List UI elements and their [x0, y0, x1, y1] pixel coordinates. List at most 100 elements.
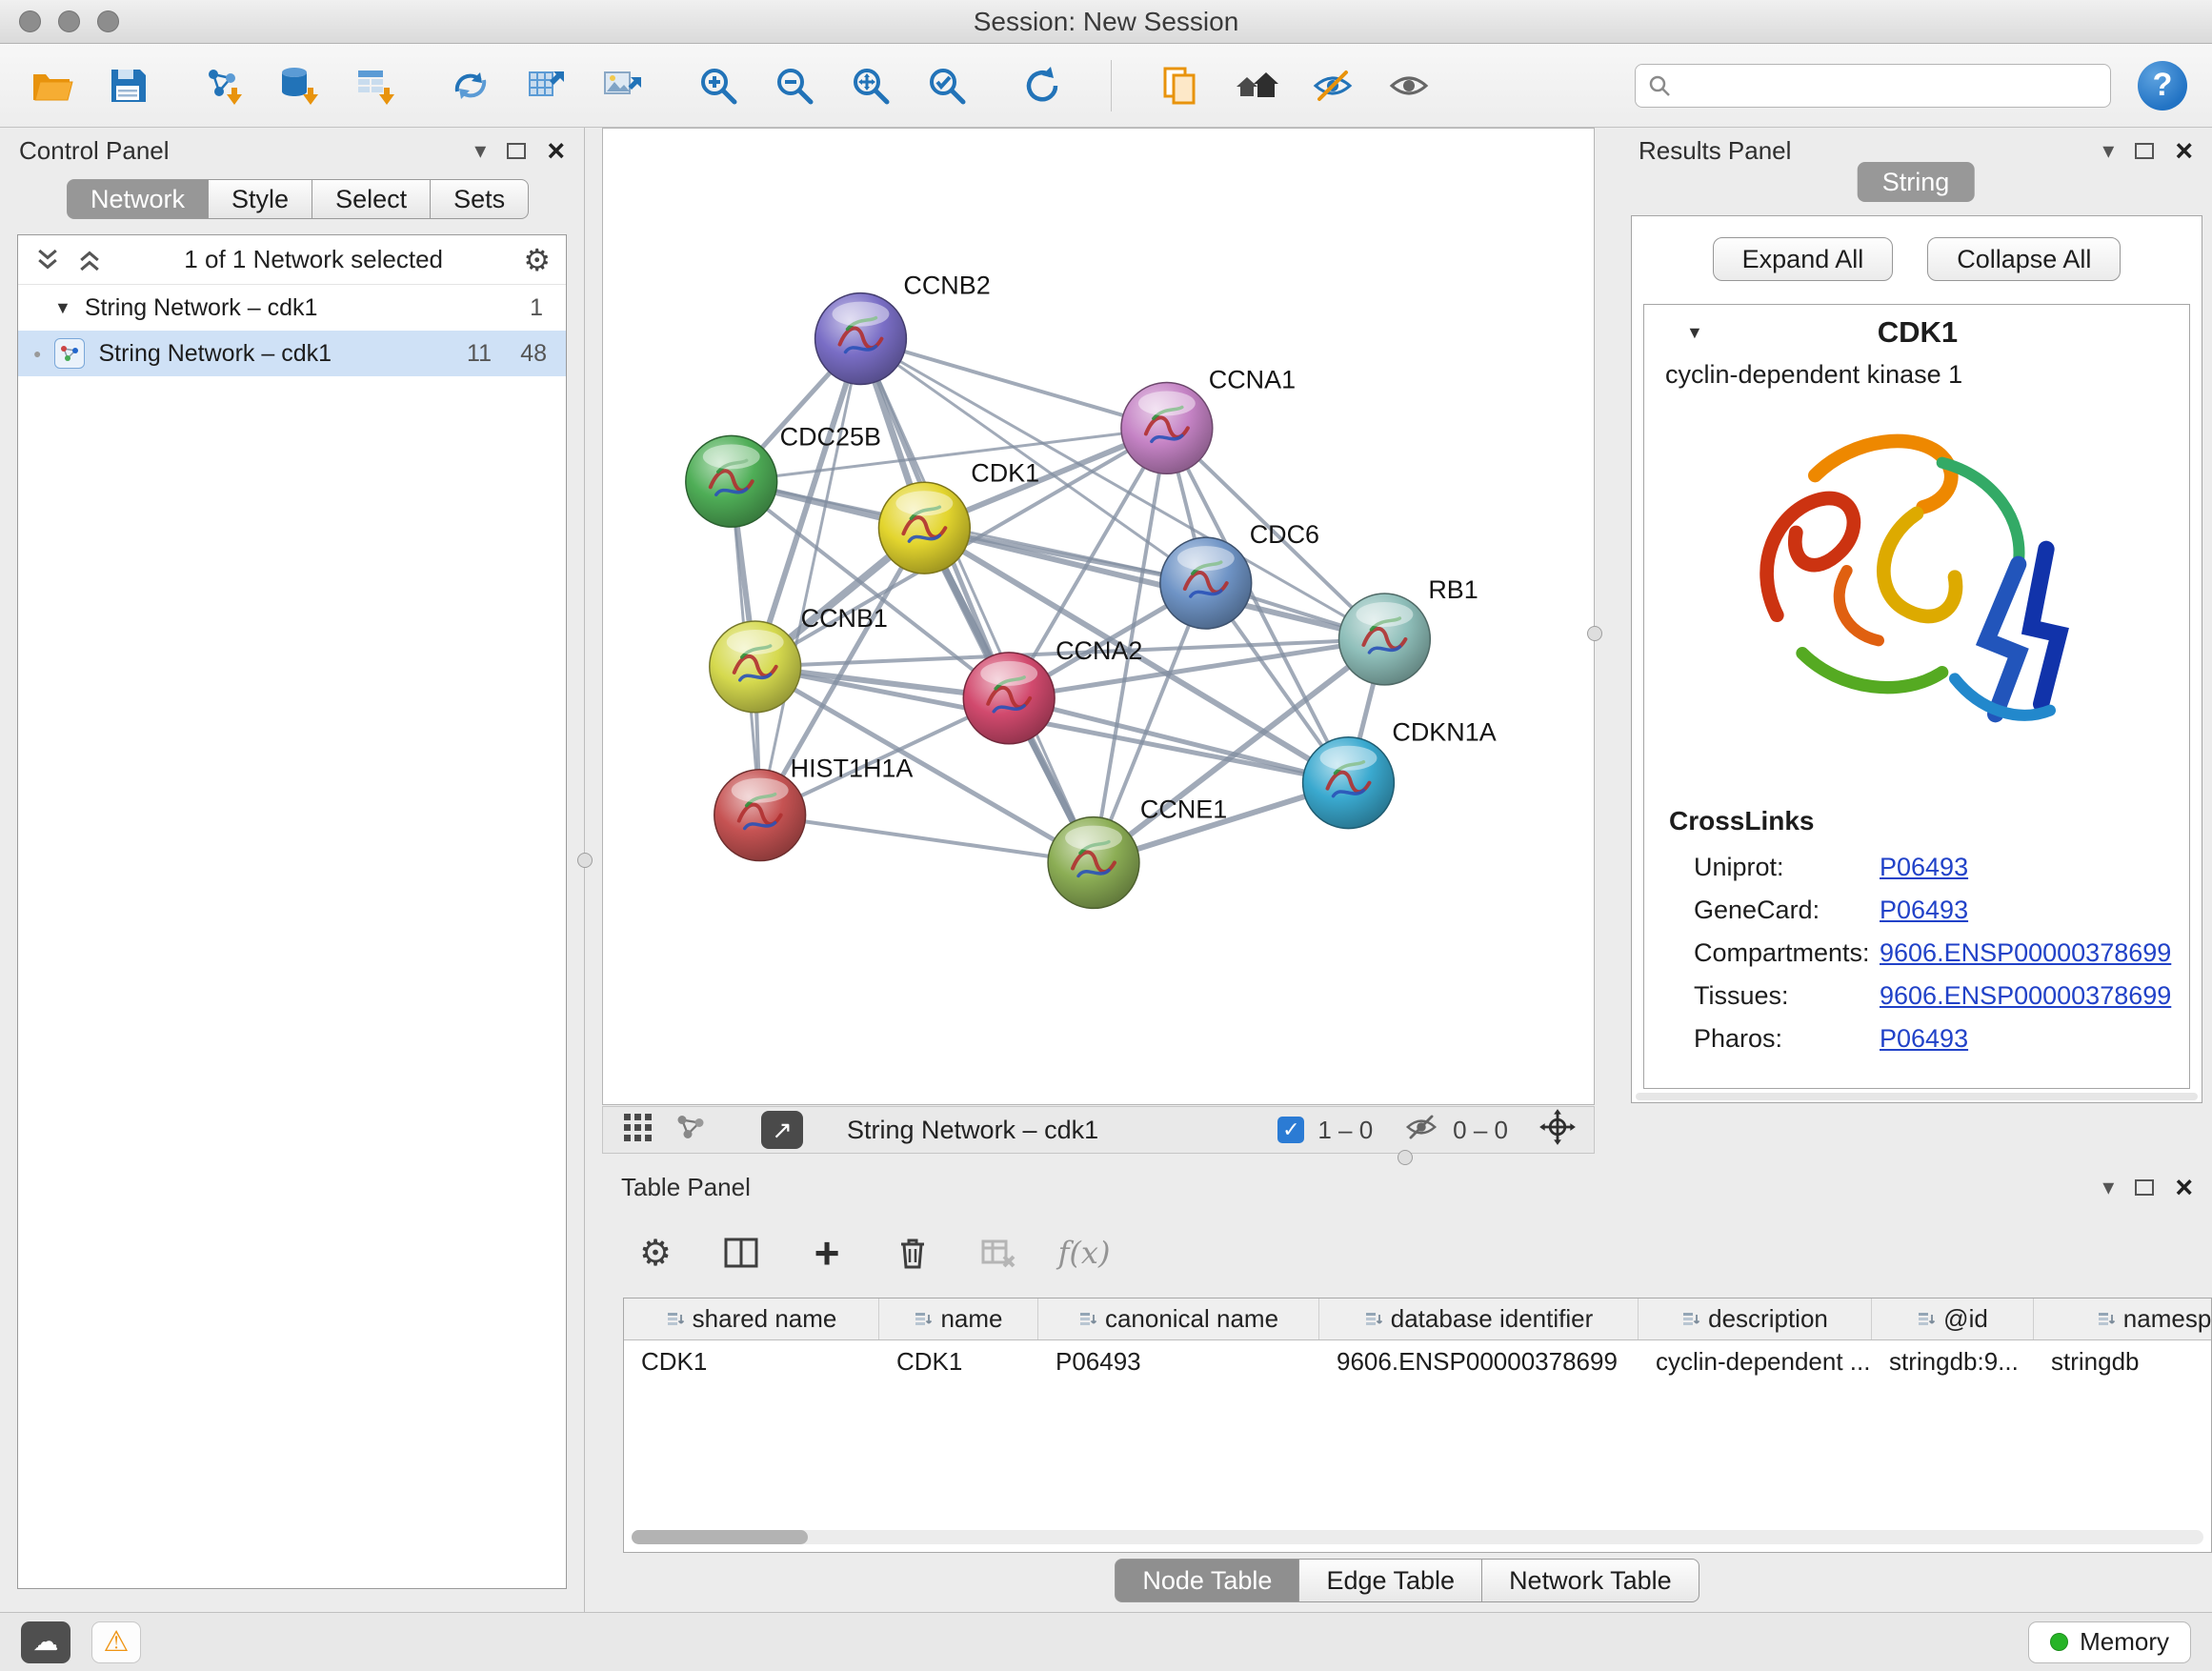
tab-edge-table[interactable]: Edge Table: [1299, 1559, 1482, 1602]
column-header-description[interactable]: description: [1639, 1299, 1872, 1339]
table-cell[interactable]: CDK1: [624, 1340, 879, 1382]
network-overview-icon[interactable]: [674, 1110, 708, 1151]
panel-close-icon[interactable]: ×: [2175, 1178, 2193, 1197]
panel-float-icon[interactable]: [507, 143, 526, 159]
zoom-fit-icon[interactable]: [844, 59, 897, 112]
function-builder-icon[interactable]: f(x): [1059, 1228, 1109, 1278]
edge-CCNE1-HIST1H1A[interactable]: [760, 815, 1094, 863]
left-splitter-handle[interactable]: [577, 853, 593, 868]
collapse-all-networks-icon[interactable]: [75, 246, 104, 274]
panel-close-icon[interactable]: ×: [547, 141, 565, 160]
panel-menu-icon[interactable]: ▾: [2102, 137, 2114, 165]
refresh-layout-icon[interactable]: [1016, 59, 1069, 112]
panel-menu-icon[interactable]: ▾: [2102, 1174, 2114, 1201]
expand-all-networks-icon[interactable]: [33, 246, 62, 274]
expand-all-button[interactable]: Expand All: [1713, 237, 1894, 281]
import-table-file-icon[interactable]: [349, 59, 402, 112]
eye-icon[interactable]: [1382, 59, 1436, 112]
open-session-icon[interactable]: [25, 59, 78, 112]
tab-node-table[interactable]: Node Table: [1115, 1559, 1299, 1602]
network-arrows-icon[interactable]: [444, 59, 497, 112]
bottom-splitter-handle[interactable]: [1398, 1150, 1413, 1165]
tab-style[interactable]: Style: [209, 179, 312, 219]
tab-network-table[interactable]: Network Table: [1482, 1559, 1699, 1602]
clear-table-icon[interactable]: [974, 1228, 1023, 1278]
table-horizontal-scrollbar[interactable]: [632, 1530, 2203, 1544]
table-cell[interactable]: stringdb: [2034, 1340, 2212, 1382]
column-header-database-identifier[interactable]: database identifier: [1319, 1299, 1639, 1339]
crosslink-link[interactable]: P06493: [1880, 1024, 1968, 1054]
show-hide-graphics-icon[interactable]: [1306, 59, 1359, 112]
selected-nodes-checkbox[interactable]: ✓: [1277, 1117, 1304, 1143]
results-scrollbar[interactable]: [1636, 1093, 2198, 1100]
grid-view-icon[interactable]: [620, 1110, 654, 1151]
node-CCNA2[interactable]: [963, 653, 1055, 744]
table-row[interactable]: CDK1CDK1P064939606.ENSP00000378699cyclin…: [624, 1340, 2211, 1382]
export-table-icon[interactable]: [520, 59, 573, 112]
crosshair-icon[interactable]: [1538, 1108, 1577, 1153]
edge-HIST1H1A-CCNB2[interactable]: [760, 339, 861, 815]
cloud-icon[interactable]: ☁: [21, 1621, 70, 1663]
crosslink-link[interactable]: P06493: [1880, 853, 1968, 882]
gear-icon[interactable]: ⚙: [631, 1228, 680, 1278]
edge-CCNB2-CCNA1[interactable]: [860, 339, 1166, 429]
node-CCNB1[interactable]: [710, 621, 801, 713]
tab-select[interactable]: Select: [312, 179, 431, 219]
table-cell[interactable]: P06493: [1038, 1340, 1319, 1382]
panel-float-icon[interactable]: [2135, 143, 2154, 159]
zoom-in-icon[interactable]: [692, 59, 745, 112]
edge-CCNB2-CCNE1[interactable]: [860, 339, 1094, 863]
node-CCNB2[interactable]: [815, 293, 907, 385]
network-row[interactable]: ● String Network – cdk1 11 48: [18, 331, 566, 376]
table-cell[interactable]: stringdb:9...: [1872, 1340, 2034, 1382]
birdseye-toggle-button[interactable]: ↗: [761, 1111, 803, 1149]
node-CDKN1A[interactable]: [1303, 737, 1395, 829]
tab-string[interactable]: String: [1858, 162, 1975, 202]
cybrowser-home-icon[interactable]: [1230, 59, 1283, 112]
column-header-canonical-name[interactable]: canonical name: [1038, 1299, 1319, 1339]
node-CCNE1[interactable]: [1048, 817, 1139, 909]
table-cell[interactable]: cyclin-dependent ...: [1639, 1340, 1872, 1382]
crosslink-link[interactable]: 9606.ENSP00000378699: [1880, 981, 2171, 1011]
network-view-canvas[interactable]: CCNB2CCNA1CDC25BCDK1CDC6RB1CCNB1CCNA2CDK…: [602, 128, 1595, 1105]
warning-icon[interactable]: ⚠: [91, 1621, 141, 1663]
import-network-file-icon[interactable]: [196, 59, 250, 112]
panel-menu-icon[interactable]: ▾: [474, 137, 486, 165]
table-cell[interactable]: CDK1: [879, 1340, 1038, 1382]
panel-close-icon[interactable]: ×: [2175, 141, 2193, 160]
save-session-icon[interactable]: [101, 59, 154, 112]
search-box[interactable]: [1635, 64, 2111, 108]
tab-network[interactable]: Network: [67, 179, 209, 219]
zoom-selected-icon[interactable]: [920, 59, 974, 112]
help-button[interactable]: ?: [2138, 61, 2187, 111]
column-header--id[interactable]: @id: [1872, 1299, 2034, 1339]
node-CDK1[interactable]: [878, 482, 970, 574]
collapse-all-button[interactable]: Collapse All: [1927, 237, 2121, 281]
column-header-shared-name[interactable]: shared name: [624, 1299, 879, 1339]
network-collection-row[interactable]: ▼ String Network – cdk1 1: [18, 285, 566, 331]
gear-icon[interactable]: ⚙: [523, 242, 551, 278]
section-disclosure-icon[interactable]: ▼: [1686, 323, 1703, 343]
node-CDC25B[interactable]: [686, 435, 777, 527]
node-RB1[interactable]: [1339, 594, 1431, 685]
add-column-icon[interactable]: +: [802, 1228, 852, 1278]
disclosure-triangle-icon[interactable]: ▼: [54, 298, 71, 318]
table-cell[interactable]: 9606.ENSP00000378699: [1319, 1340, 1639, 1382]
column-header-namespace[interactable]: namespace: [2034, 1299, 2212, 1339]
memory-button[interactable]: Memory: [2028, 1621, 2191, 1663]
show-columns-icon[interactable]: [716, 1228, 766, 1278]
tab-sets[interactable]: Sets: [431, 179, 529, 219]
crosslink-link[interactable]: 9606.ENSP00000378699: [1880, 938, 2171, 968]
import-network-database-icon[interactable]: [272, 59, 326, 112]
zoom-out-icon[interactable]: [768, 59, 821, 112]
node-CCNA1[interactable]: [1121, 382, 1213, 473]
crosslink-link[interactable]: P06493: [1880, 896, 1968, 925]
node-CDC6[interactable]: [1160, 537, 1252, 629]
copy-document-icon[interactable]: [1154, 59, 1207, 112]
column-header-name[interactable]: name: [879, 1299, 1038, 1339]
node-HIST1H1A[interactable]: [714, 770, 806, 861]
export-image-icon[interactable]: [596, 59, 650, 112]
delete-column-icon[interactable]: [888, 1228, 937, 1278]
panel-float-icon[interactable]: [2135, 1179, 2154, 1196]
search-input[interactable]: [1681, 70, 2099, 100]
